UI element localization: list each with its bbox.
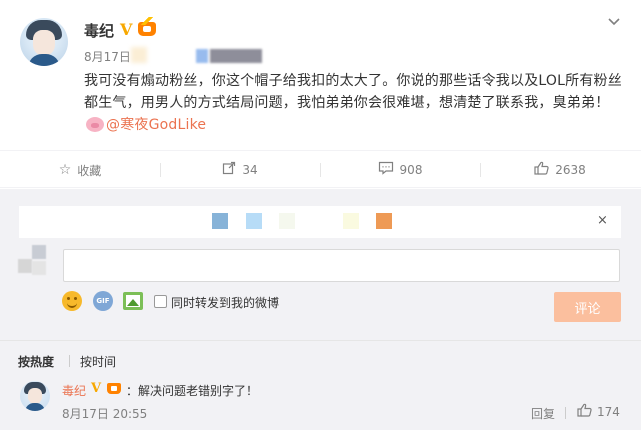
gif-icon[interactable]: GIF (93, 291, 113, 311)
action-bar: ☆ 收藏 34 908 2638 (0, 150, 641, 188)
star-icon: ☆ (58, 162, 72, 178)
avatar-face (28, 388, 42, 404)
sort-by-time-tab[interactable]: 按时间 (80, 353, 116, 370)
blurred-block (246, 213, 262, 229)
blurred-block (212, 213, 228, 229)
pig-emoji-icon (86, 117, 104, 132)
comment-button[interactable]: 908 (320, 151, 480, 189)
thumbs-up-icon[interactable] (577, 403, 592, 421)
comment-count: 908 (399, 163, 423, 177)
share-svg (223, 161, 236, 175)
post-text: 我可没有煽动粉丝，你这个帽子给我扣的太大了。你说的那些话令我以及LOL所有粉丝都… (84, 73, 622, 111)
emoji-icon[interactable] (62, 291, 82, 311)
post-body: 我可没有煽动粉丝，你这个帽子给我扣的太大了。你说的那些话令我以及LOL所有粉丝都… (84, 70, 624, 136)
submit-comment-button[interactable]: 评论 (554, 292, 621, 322)
commenter-name[interactable]: 毒纪 (62, 382, 86, 399)
divider (565, 407, 566, 419)
post-date[interactable]: 8月17日 (84, 48, 131, 65)
blurred-banner (19, 206, 621, 238)
repost-label[interactable]: 同时转发到我的微博 (171, 294, 279, 311)
verified-icon: V (120, 20, 133, 39)
chevron-down-svg (608, 18, 620, 26)
thumbs-up-icon (534, 161, 549, 179)
blurred-block (376, 213, 392, 229)
avatar-body (28, 54, 60, 66)
avatar-face (33, 30, 55, 56)
share-icon (222, 161, 236, 179)
image-upload-icon[interactable] (123, 292, 143, 310)
current-user-avatar[interactable] (18, 245, 48, 279)
like-count: 2638 (555, 163, 586, 177)
blurred-source-icon (196, 49, 208, 63)
favorite-button[interactable]: ☆ 收藏 (0, 151, 160, 189)
mention-link[interactable]: @寒夜GodLike (106, 117, 206, 133)
comment-like-count: 174 (597, 405, 620, 419)
divider (69, 355, 70, 367)
comment-icon (378, 161, 394, 179)
sort-by-hot-tab[interactable]: 按热度 (18, 353, 54, 370)
thumbs-up-svg (534, 161, 549, 175)
blurred-pixel (32, 245, 46, 259)
like-button[interactable]: 2638 (480, 151, 640, 189)
author-avatar[interactable] (20, 18, 68, 66)
blurred-source-icon (131, 47, 147, 63)
blurred-source-text (210, 49, 262, 63)
author-name[interactable]: 毒纪 (84, 20, 114, 41)
repost-checkbox[interactable] (154, 295, 167, 308)
comment-text: ：解决问题老错别字了！ (126, 384, 259, 398)
blurred-pixel (18, 259, 32, 273)
verified-icon: V (91, 381, 102, 396)
commenter-avatar[interactable] (20, 381, 50, 411)
vip-crown-icon[interactable] (107, 383, 121, 394)
comment-svg (378, 161, 393, 175)
close-icon[interactable]: × (597, 213, 608, 228)
favorite-label: 收藏 (77, 163, 102, 178)
vip-crown-icon[interactable] (138, 17, 156, 36)
blurred-pixel (32, 261, 46, 275)
reply-button[interactable]: 回复 (531, 405, 555, 422)
chevron-down-icon[interactable] (606, 16, 622, 28)
blurred-block (279, 213, 295, 229)
comment-input[interactable] (63, 249, 620, 282)
weibo-post: 毒纪 V 8月17日 我可没有煽动粉丝，你这个帽子给我扣的太大了。你说的那些话令… (0, 0, 641, 150)
blurred-block (343, 213, 359, 229)
share-button[interactable]: 34 (160, 151, 320, 189)
thumbs-up-svg (577, 403, 592, 417)
avatar-body (25, 403, 45, 411)
comment-date: 8月17日 20:55 (62, 407, 148, 421)
share-count: 34 (242, 163, 258, 177)
